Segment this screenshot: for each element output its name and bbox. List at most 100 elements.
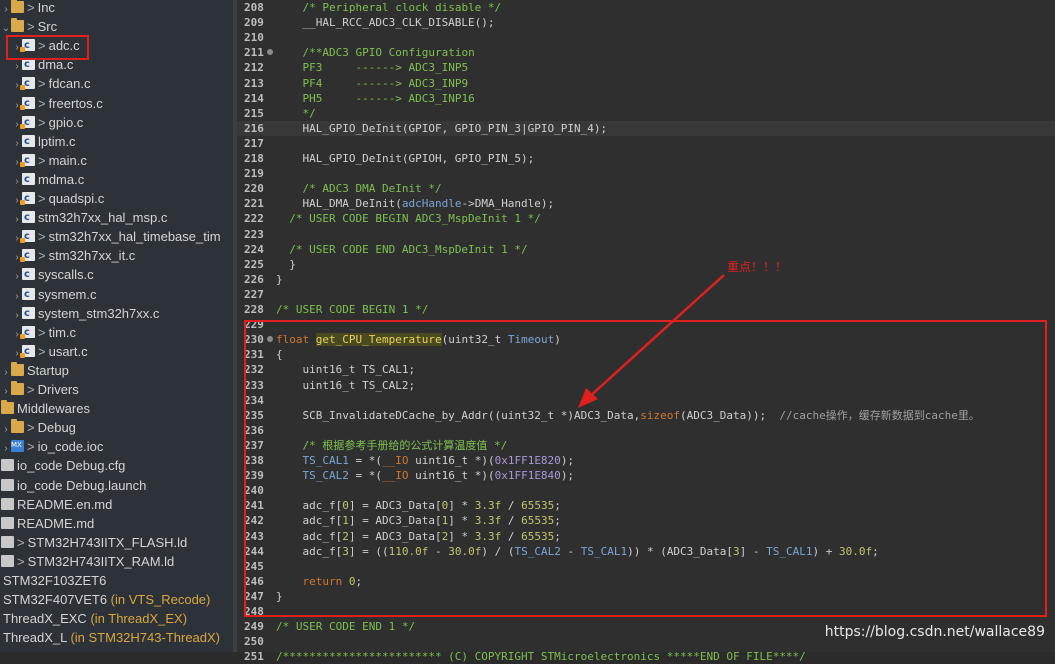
c-file-icon <box>22 285 35 304</box>
line-number: 210 <box>244 31 264 45</box>
code-line[interactable]: 218 HAL_GPIO_DeInit(GPIOH, GPIO_PIN_5); <box>237 151 1055 166</box>
code-line[interactable]: 212 PF3 ------> ADC3_INP5 <box>237 60 1055 75</box>
code-text: /* USER CODE BEGIN 1 */ <box>276 302 428 317</box>
tree-item-label: ThreadX_EXC <box>3 611 87 627</box>
tree-item-label: io_code Debug.launch <box>17 477 147 493</box>
code-line[interactable]: 224 /* USER CODE END ADC3_MspDeInit 1 */ <box>237 242 1055 257</box>
tree-item-label: README.md <box>17 515 95 531</box>
tree-item[interactable]: ›>fdcan.c <box>12 74 90 93</box>
tree-item[interactable]: ›system_stm32h7xx.c <box>12 304 159 323</box>
tree-item-label: README.en.md <box>17 496 113 512</box>
code-line[interactable]: 228 /* USER CODE BEGIN 1 */ <box>237 302 1055 317</box>
tree-item[interactable]: ›sysmem.c <box>12 285 96 304</box>
file-icon <box>1 459 14 472</box>
tree-item[interactable]: › > Debug <box>1 418 76 437</box>
c-file-icon <box>22 265 35 284</box>
modified-marker: > <box>17 534 25 550</box>
tree-item[interactable]: > STM32H743IITX_RAM.ld <box>1 552 174 571</box>
code-line[interactable]: 219 <box>237 166 1055 181</box>
tree-item-suffix: (in ThreadX_EX) <box>86 611 188 627</box>
folder-icon <box>1 400 14 415</box>
code-text: /* ADC3 DMA DeInit */ <box>276 181 442 196</box>
code-line[interactable]: 216 HAL_GPIO_DeInit(GPIOF, GPIO_PIN_3|GP… <box>237 120 1055 136</box>
code-line[interactable]: 225 } <box>237 257 1055 272</box>
modified-marker: > <box>27 439 35 455</box>
code-line[interactable]: 213 PF4 ------> ADC3_INP9 <box>237 76 1055 91</box>
tree-item[interactable]: ›>tim.c <box>12 323 76 342</box>
tree-item[interactable]: > STM32H743IITX_FLASH.ld <box>1 533 187 552</box>
line-number: 224 <box>244 242 264 256</box>
cubemx-icon <box>11 436 24 455</box>
tree-item[interactable]: › Startup <box>1 361 69 380</box>
file-icon <box>1 516 14 529</box>
code-text: PH5 ------> ADC3_INP16 <box>276 91 475 106</box>
tree-item[interactable]: STM32F407VET6 (in VTS_Recode) <box>3 590 210 609</box>
code-line[interactable]: 222 /* USER CODE BEGIN ADC3_MspDeInit 1 … <box>237 211 1055 226</box>
modified-marker: > <box>27 382 35 397</box>
tree-item[interactable]: io_code Debug.cfg <box>1 456 125 475</box>
tree-item-label: Src <box>37 19 58 35</box>
code-line[interactable]: 221 HAL_DMA_DeInit(adcHandle->DMA_Handle… <box>237 196 1055 211</box>
tree-item[interactable]: io_code Debug.launch <box>1 476 146 495</box>
c-file-icon <box>20 342 35 361</box>
c-file-icon <box>22 304 35 323</box>
line-number: 218 <box>244 152 264 165</box>
tree-item-label: io_code Debug.cfg <box>17 458 126 474</box>
tree-item[interactable]: STM32F103ZET6 <box>3 571 106 590</box>
tree-item[interactable]: ThreadX_L (in STM32H743-ThreadX) <box>3 628 220 647</box>
code-text: } <box>276 272 283 287</box>
tree-item-label: gpio.c <box>48 114 84 130</box>
code-line[interactable]: 210 <box>237 30 1055 45</box>
code-line[interactable]: 214 PH5 ------> ADC3_INP16 <box>237 91 1055 106</box>
tree-item[interactable]: › > Drivers <box>1 380 79 399</box>
code-line[interactable]: 217 <box>237 136 1055 151</box>
modified-marker: > <box>27 0 35 15</box>
modified-marker: > <box>27 19 35 35</box>
code-token: ->DMA_Handle); <box>461 197 555 211</box>
code-line[interactable]: 220 /* ADC3 DMA DeInit */ <box>237 181 1055 196</box>
code-text: /* USER CODE BEGIN ADC3_MspDeInit 1 */ <box>276 211 541 226</box>
tree-item[interactable]: ›>io_code.ioc <box>1 436 103 456</box>
tree-item[interactable]: ›>main.c <box>12 151 87 170</box>
modified-marker: > <box>38 229 46 245</box>
code-line[interactable]: 227 <box>237 287 1055 302</box>
folder-icon <box>11 18 24 33</box>
tree-item[interactable]: › > Inc <box>1 0 55 17</box>
tree-item[interactable]: README.en.md <box>1 495 112 514</box>
tree-item[interactable]: ›lptim.c <box>12 132 76 151</box>
line-number: 213 <box>244 76 264 90</box>
tree-item[interactable]: ›>quadspi.c <box>12 189 104 208</box>
tree-item[interactable]: ›stm32h7xx_hal_msp.c <box>12 208 167 227</box>
file-icon <box>1 554 14 567</box>
code-line[interactable]: 211 /**ADC3 GPIO Configuration <box>237 45 1055 60</box>
tree-item[interactable]: ThreadX_EXC (in ThreadX_EX) <box>3 609 187 628</box>
tree-item-label: lptim.c <box>38 133 76 149</box>
code-token: PH5 ------> ADC3_INP16 <box>302 91 475 105</box>
code-line[interactable]: 226} <box>237 272 1055 287</box>
tree-item[interactable]: README.md <box>1 514 94 533</box>
tree-item[interactable]: ⌄ > Src <box>1 17 57 36</box>
tree-item-label: STM32F407VET6 <box>3 592 108 608</box>
code-line[interactable]: 209 __HAL_RCC_ADC3_CLK_DISABLE(); <box>237 15 1055 30</box>
modified-marker: > <box>17 553 25 569</box>
code-line[interactable]: 208 /* Peripheral clock disable */ <box>237 0 1055 15</box>
tree-item[interactable]: ›>stm32h7xx_it.c <box>12 246 135 265</box>
modified-marker: > <box>38 76 46 92</box>
tree-item[interactable]: ›>gpio.c <box>12 113 83 132</box>
tree-item[interactable]: ›mdma.c <box>12 170 84 189</box>
line-number: 223 <box>244 227 264 241</box>
tree-item[interactable]: Middlewares <box>1 399 90 418</box>
code-line[interactable]: 223 <box>237 227 1055 242</box>
line-number: 249 <box>244 620 264 634</box>
tree-item[interactable]: ›>freertos.c <box>12 94 102 113</box>
fold-marker-icon[interactable] <box>267 49 273 56</box>
code-line[interactable]: 215 */ <box>237 106 1055 121</box>
tree-item-suffix: (in STM32H743-ThreadX) <box>66 630 221 646</box>
code-token: /* ADC3 DMA DeInit */ <box>302 182 442 196</box>
tree-item[interactable]: ›>stm32h7xx_hal_timebase_tim <box>12 227 220 246</box>
tree-item[interactable]: ›>usart.c <box>12 342 87 361</box>
tree-item[interactable]: ›syscalls.c <box>12 265 93 284</box>
line-number: 221 <box>244 197 264 211</box>
